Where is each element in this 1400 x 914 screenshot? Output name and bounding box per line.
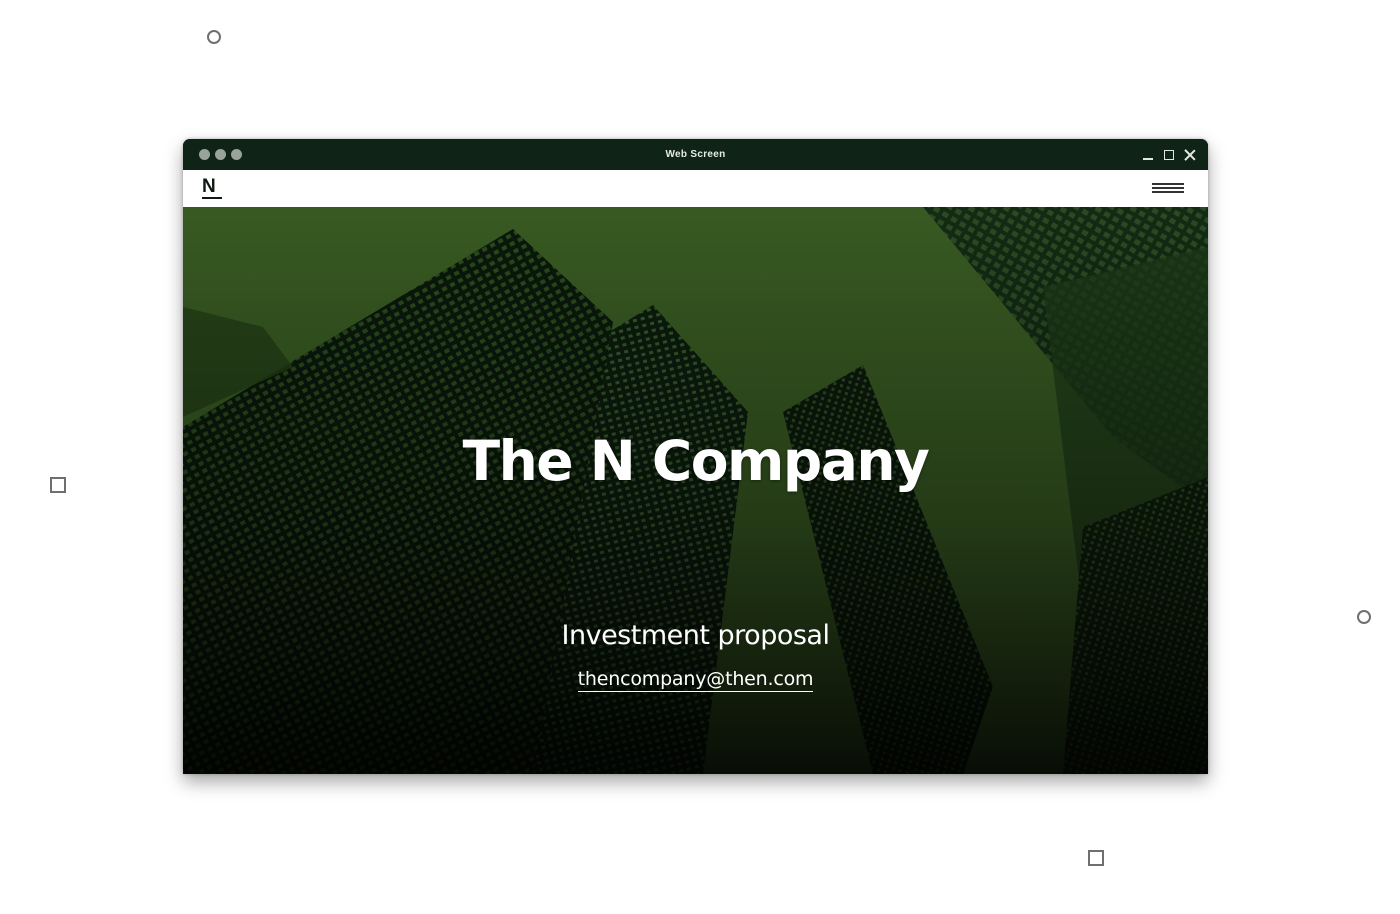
traffic-light-dot-icon[interactable] — [215, 149, 226, 160]
logo-underline — [202, 197, 222, 199]
browser-window: Web Screen N The N Company Investment pr… — [183, 139, 1208, 774]
canvas: Web Screen N The N Company Investment pr… — [0, 0, 1400, 914]
minimize-icon[interactable] — [1142, 149, 1154, 161]
traffic-light-dot-icon[interactable] — [199, 149, 210, 160]
hero-title: The N Company — [462, 429, 930, 493]
maximize-icon[interactable] — [1163, 149, 1175, 161]
hero-email-container: thencompany@then.com — [183, 668, 1208, 692]
site-navbar: N — [183, 170, 1208, 207]
email-link[interactable]: thencompany@then.com — [577, 668, 814, 692]
decorative-circle-icon — [207, 30, 221, 44]
hero-section: The N Company Investment proposal thenco… — [183, 207, 1208, 774]
window-traffic-lights — [199, 149, 242, 160]
hero-subtitle: Investment proposal — [561, 620, 830, 651]
window-controls — [1142, 139, 1196, 170]
decorative-square-icon — [50, 477, 66, 493]
logo-letter: N — [202, 176, 216, 197]
site-logo[interactable]: N — [202, 176, 222, 199]
hamburger-menu-icon[interactable] — [1152, 183, 1184, 194]
traffic-light-dot-icon[interactable] — [231, 149, 242, 160]
decorative-circle-icon — [1357, 610, 1371, 624]
close-icon[interactable] — [1184, 149, 1196, 161]
decorative-square-icon — [1088, 850, 1104, 866]
window-titlebar[interactable]: Web Screen — [183, 139, 1208, 170]
window-title: Web Screen — [665, 149, 726, 160]
